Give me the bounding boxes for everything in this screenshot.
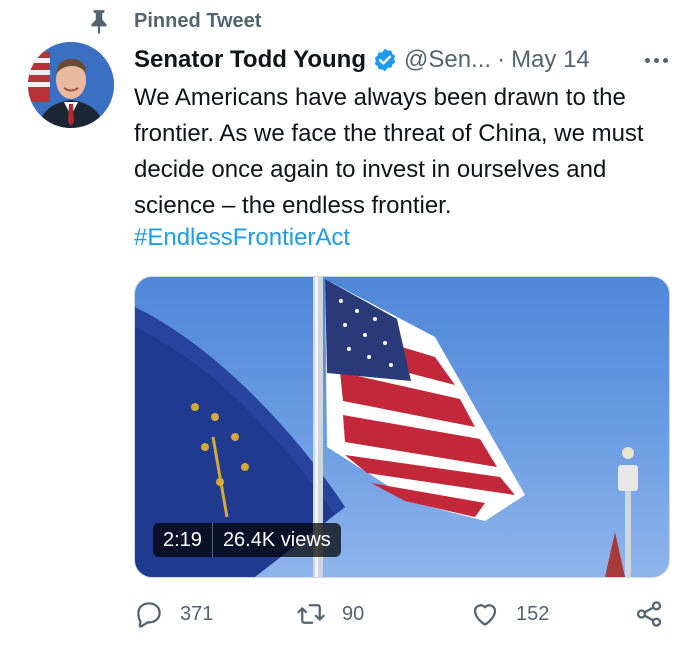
like-button[interactable]: 152: [470, 594, 549, 634]
video-duration: 2:19: [163, 528, 202, 551]
retweet-icon: [297, 604, 325, 624]
meta-separator: ·: [497, 46, 506, 73]
like-count: 152: [516, 602, 550, 625]
pinned-indicator: Pinned Tweet: [86, 6, 261, 36]
reply-icon: [137, 602, 161, 628]
share-icon: [636, 601, 662, 627]
tweet-text: We Americans have always been drawn to t…: [134, 84, 644, 219]
avatar[interactable]: [28, 42, 114, 128]
more-options-icon[interactable]: [638, 48, 674, 72]
reply-button[interactable]: 371: [134, 594, 213, 634]
heart-icon: [473, 604, 497, 626]
tweet-date[interactable]: May 14: [511, 46, 590, 74]
video-badge: 2:19 26.4K views: [153, 523, 341, 557]
avatar-photo: [28, 42, 114, 128]
verified-badge-icon: [374, 48, 396, 72]
retweet-count: 90: [342, 602, 365, 625]
video-player[interactable]: 2:19 26.4K views: [134, 276, 670, 578]
reply-count: 371: [180, 602, 214, 625]
video-views: 26.4K views: [222, 528, 331, 551]
pinned-label: Pinned Tweet: [134, 9, 262, 32]
author-handle[interactable]: @Sen...: [404, 46, 491, 74]
share-button[interactable]: [634, 594, 664, 634]
author-name[interactable]: Senator Todd Young: [134, 46, 366, 74]
hashtag-link[interactable]: #EndlessFrontierAct: [134, 220, 350, 256]
tweet-header: Senator Todd Young @Sen... · May 14: [134, 42, 680, 78]
retweet-button[interactable]: 90: [296, 594, 364, 634]
pin-icon: [91, 10, 107, 34]
tweet-actions: 371 90 152: [134, 594, 674, 634]
